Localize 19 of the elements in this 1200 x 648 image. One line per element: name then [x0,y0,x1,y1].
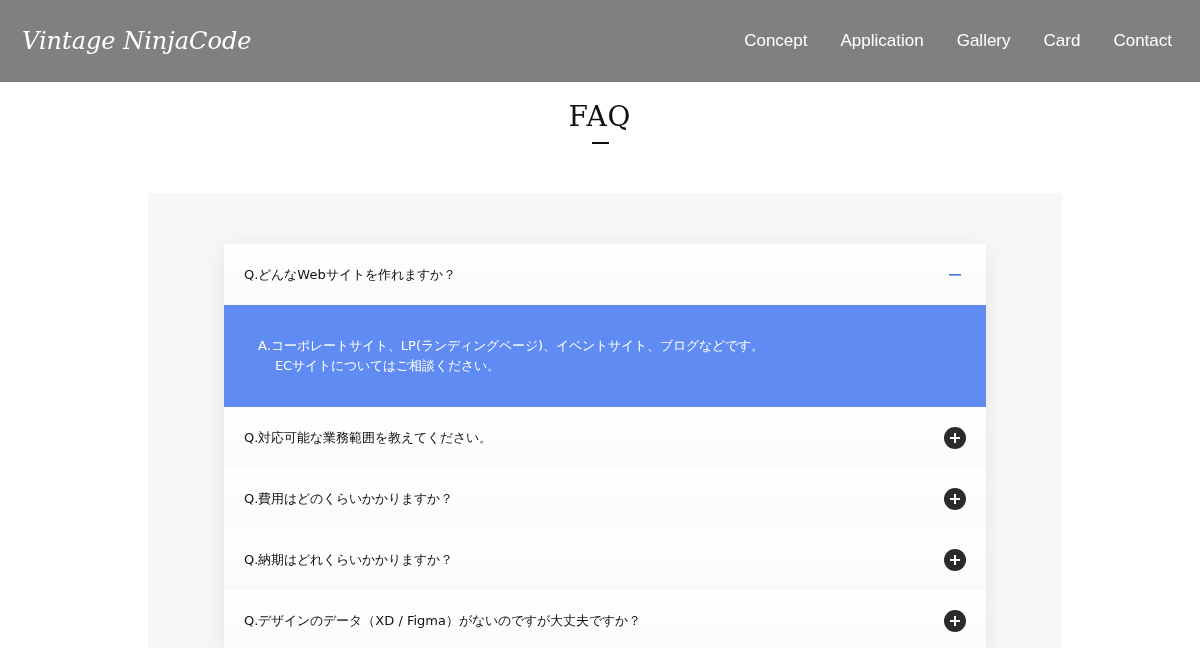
faq-question[interactable]: Q.納期はどれくらいかかりますか？ [224,529,986,590]
nav-link[interactable]: Contact [1113,31,1172,51]
nav-link[interactable]: Card [1043,31,1081,51]
faq-question[interactable]: Q.どんなWebサイトを作れますか？ [224,244,986,305]
nav-link[interactable]: Concept [744,31,808,51]
faq-question[interactable]: Q.対応可能な業務範囲を教えてください。 [224,407,986,468]
faq-question[interactable]: Q.費用はどのくらいかかりますか？ [224,468,986,529]
plus-circle-icon[interactable] [944,487,966,510]
section-title: FAQ [568,100,632,133]
plus-circle-icon[interactable] [944,609,966,632]
plus-circle-icon[interactable] [944,426,966,449]
site-logo[interactable]: Vintage NinjaCode [22,27,252,55]
nav-link[interactable]: Gallery [956,31,1011,51]
nav-link[interactable]: Application [840,31,924,51]
minus-icon[interactable] [949,273,961,276]
plus-circle-icon[interactable] [944,548,966,571]
faq-question[interactable]: Q.デザインのデータ（XD / Figma）がないのですが大丈夫ですか？ [224,590,986,648]
answer-text: A.コーポレートサイト、LP(ランディングページ)、イベントサイト、ブログなどです。 ECサイトについてはご相談ください。 [258,337,765,375]
title-underline [591,142,609,144]
